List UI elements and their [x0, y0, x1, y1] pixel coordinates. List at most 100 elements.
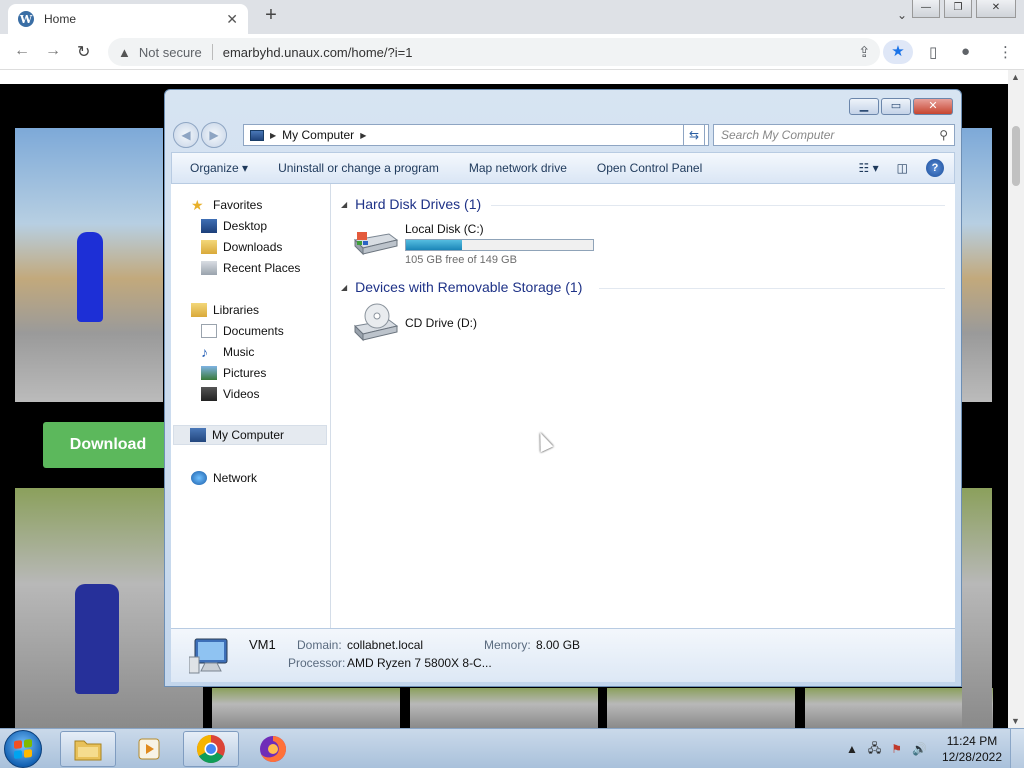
network-globe-icon — [191, 471, 207, 485]
clock-time: 11:24 PM — [946, 734, 998, 748]
back-orb-icon[interactable]: ◀ — [173, 122, 199, 148]
breadcrumb-arrow-icon[interactable]: ▶ — [270, 131, 276, 140]
nav-documents[interactable]: Documents — [201, 324, 284, 338]
collapse-triangle-icon[interactable]: ◢ — [341, 200, 347, 209]
clock[interactable]: 11:24 PM 12/28/2022 — [942, 733, 1002, 765]
url-text[interactable]: emarbyhd.unaux.com/home/?i=1 — [223, 45, 413, 60]
show-hidden-icons-icon[interactable]: ▲ — [846, 742, 858, 756]
explorer-close-button[interactable]: ✕ — [913, 98, 953, 115]
help-icon[interactable]: ? — [926, 159, 944, 177]
game-screenshot-2[interactable] — [962, 128, 992, 402]
breadcrumb-arrow-icon[interactable]: ▶ — [360, 131, 366, 140]
command-bar: Organize ▾ Uninstall or change a program… — [171, 152, 955, 184]
organize-button[interactable]: Organize ▾ — [190, 161, 248, 175]
group-title: Hard Disk Drives (1) — [355, 196, 482, 212]
drive-usage-bar — [405, 239, 594, 251]
explorer-maximize-button[interactable]: ▭ — [881, 98, 911, 115]
forward-arrow-icon[interactable]: → — [45, 42, 61, 60]
scroll-up-icon[interactable]: ▲ — [1011, 72, 1020, 82]
action-center-flag-icon[interactable]: ⚑ — [891, 742, 902, 756]
search-icon[interactable]: ⚲ — [939, 125, 948, 145]
navigation-pane: ★ Favorites Desktop Downloads Recent Pla… — [171, 184, 331, 628]
breadcrumb-my-computer[interactable]: My Computer — [282, 128, 354, 142]
nav-label: Documents — [223, 324, 284, 338]
uninstall-program-button[interactable]: Uninstall or change a program — [278, 161, 439, 175]
forward-orb-icon[interactable]: ▶ — [201, 122, 227, 148]
nav-recent-places[interactable]: Recent Places — [201, 261, 300, 275]
preview-pane-icon[interactable]: ◫ — [897, 161, 908, 175]
nav-videos[interactable]: Videos — [201, 387, 259, 401]
explorer-address-row: ◀ ▶ ▶ My Computer ▶ ▼ ⇆ Search My Comput… — [173, 122, 955, 148]
tab-close-icon[interactable]: ✕ — [226, 11, 238, 28]
new-tab-button[interactable]: + — [260, 4, 282, 28]
explorer-address-bar[interactable]: ▶ My Computer ▶ ▼ — [243, 124, 709, 146]
change-view-icon[interactable]: ☷ ▾ — [859, 161, 879, 175]
cd-drive-icon — [351, 302, 399, 342]
game-screenshot-8[interactable] — [962, 488, 992, 728]
wordpress-icon: W — [18, 11, 34, 27]
not-secure-label[interactable]: Not secure — [139, 45, 202, 60]
explorer-window: ▁ ▭ ✕ ◀ ▶ ▶ My Computer ▶ ▼ ⇆ Search My … — [164, 89, 962, 687]
nav-favorites[interactable]: ★ Favorites — [191, 198, 262, 212]
omnibox-divider — [211, 44, 213, 60]
taskbar-firefox-button[interactable] — [245, 731, 301, 767]
pictures-icon — [201, 366, 217, 380]
nav-label: Downloads — [223, 240, 283, 254]
nav-pictures[interactable]: Pictures — [201, 366, 266, 380]
drive-cd-d[interactable]: CD Drive (D:) — [351, 302, 477, 342]
download-button[interactable]: Download — [43, 422, 173, 468]
libraries-icon — [191, 303, 207, 317]
nav-label: My Computer — [212, 428, 285, 442]
map-network-drive-button[interactable]: Map network drive — [469, 161, 567, 175]
restore-button[interactable]: ❐ — [944, 0, 972, 18]
nav-desktop[interactable]: Desktop — [201, 219, 267, 233]
bookmark-star-icon[interactable]: ★ — [883, 40, 913, 64]
kebab-menu-icon[interactable]: ⋮ — [998, 43, 1013, 61]
network-tray-icon[interactable]: 🖧 — [868, 739, 881, 760]
volume-icon[interactable]: 🔊 — [912, 742, 927, 756]
drive-local-disk-c[interactable]: Local Disk (C:) 105 GB free of 149 GB — [351, 222, 594, 266]
documents-icon — [201, 324, 217, 338]
taskbar-explorer-button[interactable] — [60, 731, 116, 767]
address-bar[interactable]: ▲ Not secure emarbyhd.unaux.com/home/?i=… — [108, 38, 880, 66]
nav-downloads[interactable]: Downloads — [201, 240, 282, 254]
nav-music[interactable]: ♪ Music — [201, 345, 254, 359]
processor-label: Processor: — [288, 656, 346, 670]
nav-label: Videos — [223, 387, 260, 401]
explorer-search-input[interactable]: Search My Computer ⚲ — [713, 124, 955, 146]
scroll-down-icon[interactable]: ▼ — [1011, 716, 1020, 726]
computer-icon — [190, 428, 206, 442]
reload-icon[interactable]: ↻ — [77, 42, 90, 62]
nav-my-computer[interactable]: My Computer — [173, 425, 327, 445]
taskbar-media-player-button[interactable] — [121, 731, 177, 767]
start-button[interactable] — [4, 730, 42, 768]
page-scrollbar[interactable]: ▲ ▼ — [1008, 70, 1024, 728]
collapse-triangle-icon[interactable]: ◢ — [341, 283, 347, 292]
game-screenshot-5[interactable] — [410, 688, 598, 728]
warning-triangle-icon[interactable]: ▲ — [118, 45, 131, 60]
computer-icon — [250, 129, 264, 141]
close-button[interactable]: ✕ — [976, 0, 1016, 18]
group-header-hard-disk-drives[interactable]: ◢ Hard Disk Drives (1) — [341, 196, 481, 212]
nav-libraries[interactable]: Libraries — [191, 303, 259, 317]
open-control-panel-button[interactable]: Open Control Panel — [597, 161, 702, 175]
back-arrow-icon[interactable]: ← — [14, 42, 30, 60]
group-title: Devices with Removable Storage (1) — [355, 279, 583, 295]
group-header-removable-storage[interactable]: ◢ Devices with Removable Storage (1) — [341, 279, 582, 295]
tab-search-chevron-icon[interactable]: ⌄ — [897, 8, 907, 22]
taskbar-chrome-button[interactable] — [183, 731, 239, 767]
side-panel-icon[interactable]: ▯ — [929, 43, 937, 61]
scrollbar-thumb[interactable] — [1012, 126, 1020, 186]
refresh-icon[interactable]: ⇆ — [683, 124, 705, 146]
explorer-minimize-button[interactable]: ▁ — [849, 98, 879, 115]
game-screenshot-1[interactable] — [15, 128, 163, 402]
browser-tab-home[interactable]: W Home ✕ — [8, 4, 248, 34]
group-divider — [491, 205, 945, 206]
game-screenshot-4[interactable] — [212, 688, 400, 728]
game-screenshot-6[interactable] — [607, 688, 795, 728]
profile-avatar-icon[interactable]: ● — [961, 43, 970, 60]
nav-network[interactable]: Network — [191, 471, 257, 485]
share-icon[interactable]: ⇪ — [858, 43, 871, 61]
minimize-button[interactable]: — — [912, 0, 940, 18]
show-desktop-button[interactable] — [1010, 729, 1024, 768]
